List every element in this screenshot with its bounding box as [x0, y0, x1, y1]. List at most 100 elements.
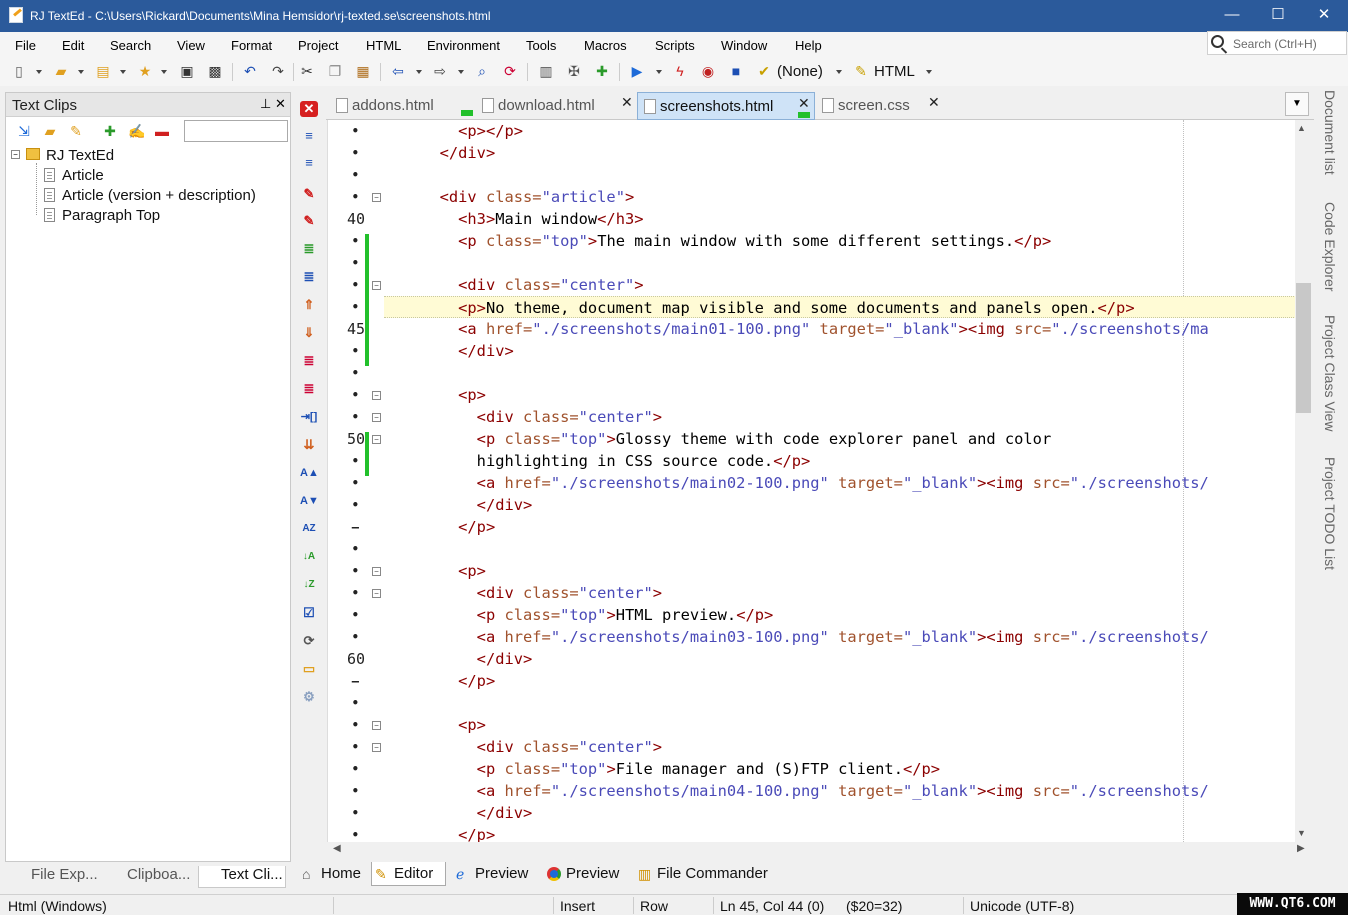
tab-text-clips[interactable]: Text Cli... [198, 866, 286, 888]
menu-help[interactable]: Help [795, 38, 822, 53]
code-line[interactable]: <p> [384, 714, 486, 736]
tree-item[interactable]: Article (version + description) [62, 187, 256, 204]
menu-tools[interactable]: Tools [526, 38, 556, 53]
fold-toggle-icon[interactable]: − [372, 193, 381, 202]
tab-preview-ie[interactable]: ℯ Preview [453, 862, 528, 886]
redo-icon[interactable]: ↷ [269, 62, 287, 80]
code-line[interactable]: <div class="center"> [384, 582, 662, 604]
tab-addons-html[interactable]: addons.html [330, 92, 473, 120]
status-mode[interactable]: Html (Windows) [8, 898, 107, 914]
menu-edit[interactable]: Edit [62, 38, 84, 53]
tab-file-commander[interactable]: ▥ File Commander [635, 862, 768, 886]
join-lines-icon[interactable]: ≣ [300, 381, 318, 397]
replace-icon[interactable]: ⟳ [501, 62, 519, 80]
tab-screen-css[interactable]: screen.css ✕ [816, 92, 944, 120]
insert-line-icon[interactable]: ≣ [300, 241, 318, 257]
maximize-button[interactable]: ☐ [1255, 0, 1301, 32]
brackets-icon[interactable]: ⇥[] [300, 409, 318, 425]
minimize-button[interactable]: — [1209, 0, 1255, 32]
fold-toggle-icon[interactable]: − [372, 721, 381, 730]
tab-close-icon[interactable]: ✕ [928, 94, 940, 111]
status-row[interactable]: Row [640, 898, 668, 914]
plugin-icon[interactable]: ✚ [593, 62, 611, 80]
code-line[interactable]: </div> [384, 142, 496, 164]
tab-file-explorer[interactable]: File Exp... [9, 866, 98, 888]
document-map-icon[interactable]: ▥ [537, 62, 555, 80]
code-line[interactable]: <a href="./screenshots/main03-100.png" t… [384, 626, 1209, 648]
compile-icon[interactable]: ✔ [755, 62, 773, 80]
tab-project-class-view[interactable]: Project Class View [1322, 315, 1338, 431]
code-line[interactable]: <div class="center"> [384, 736, 662, 758]
scroll-left-icon[interactable]: ◀ [333, 843, 341, 854]
refresh-icon[interactable]: ⟳ [300, 633, 318, 649]
menu-format[interactable]: Format [231, 38, 272, 53]
project-icon[interactable]: ▤ [94, 62, 112, 80]
scroll-thumb[interactable] [1296, 283, 1311, 413]
menu-view[interactable]: View [177, 38, 205, 53]
comment-icon[interactable]: ✎ [300, 186, 318, 202]
code-line[interactable]: highlighting in CSS source code.</p> [384, 450, 811, 472]
properties-icon[interactable]: ✍ [128, 124, 145, 138]
move-up-icon[interactable]: ⇑ [300, 297, 318, 313]
code-line[interactable]: <a href="./screenshots/main01-100.png" t… [384, 318, 1209, 340]
tab-close-icon[interactable]: ✕ [798, 95, 810, 112]
menu-project[interactable]: Project [298, 38, 338, 53]
uncomment-icon[interactable]: ✎ [300, 213, 318, 229]
status-encoding[interactable]: Unicode (UTF-8) [970, 898, 1074, 914]
code-line[interactable]: </div> [384, 340, 514, 362]
code-line[interactable]: </div> [384, 802, 533, 824]
menu-macros[interactable]: Macros [584, 38, 627, 53]
uppercase-icon[interactable]: A▲ [300, 465, 319, 481]
undo-icon[interactable]: ↶ [241, 62, 259, 80]
syntax-select[interactable]: HTML [874, 63, 915, 80]
current-code-line[interactable]: <p>No theme, document map visible and so… [384, 296, 1295, 318]
sort-desc-icon[interactable]: ↓Z [300, 577, 318, 593]
tools-icon[interactable]: ✠ [565, 62, 583, 80]
scroll-up-icon[interactable]: ▲ [1297, 123, 1306, 133]
scroll-down-icon[interactable]: ▼ [1297, 828, 1306, 838]
code-line[interactable]: <p></p> [384, 120, 523, 142]
fold-toggle-icon[interactable]: − [372, 391, 381, 400]
tab-list-dropdown[interactable]: ▼ [1285, 92, 1309, 116]
horizontal-scrollbar[interactable]: ◀ ▶ [327, 842, 1312, 859]
run-target-select[interactable]: (None) [777, 63, 823, 80]
save-all-icon[interactable]: ▩ [206, 62, 224, 80]
code-line[interactable]: </p> [384, 824, 495, 842]
move-down-icon[interactable]: ⇓ [300, 325, 318, 341]
copy-icon[interactable]: ❐ [326, 62, 344, 80]
add-icon[interactable]: ✚ [102, 124, 118, 138]
code-line[interactable]: <p class="top">The main window with some… [384, 230, 1051, 252]
lightning-icon[interactable]: ϟ [671, 62, 689, 80]
code-line[interactable]: </p> [384, 516, 495, 538]
close-doc-icon[interactable]: ✕ [300, 101, 318, 117]
tree-item[interactable]: Article [62, 167, 104, 184]
tab-clipboard[interactable]: Clipboa... [105, 866, 190, 888]
forward-icon[interactable]: ⇨ [431, 62, 449, 80]
tab-screenshots-html[interactable]: screenshots.html ✕ [637, 92, 815, 120]
tab-preview-chrome[interactable]: Preview [544, 862, 619, 886]
menu-environment[interactable]: Environment [427, 38, 500, 53]
code-line[interactable]: <p class="top">HTML preview.</p> [384, 604, 774, 626]
menu-window[interactable]: Window [721, 38, 767, 53]
menu-html[interactable]: HTML [366, 38, 401, 53]
sort-icon[interactable]: ⇊ [300, 437, 318, 453]
unindent-icon[interactable]: ≡ [300, 155, 318, 171]
edit-icon[interactable]: ✎ [68, 124, 84, 138]
indent-icon[interactable]: ≡ [300, 128, 318, 144]
run-icon[interactable]: ▶ [628, 62, 646, 80]
code-line[interactable]: <div class="center"> [384, 274, 643, 296]
back-icon[interactable]: ⇦ [389, 62, 407, 80]
code-editor[interactable]: • • • • 40 • • • • 45 • • • • 50 • • • – • • • • • 60 – • • • • • • • − − −… [327, 120, 1295, 842]
tab-home[interactable]: ⌂ Home [299, 862, 361, 886]
paste-icon[interactable]: ▦ [354, 62, 372, 80]
code-line[interactable]: <a href="./screenshots/main02-100.png" t… [384, 472, 1209, 494]
record-macro-icon[interactable]: ◉ [699, 62, 717, 80]
spellcheck-icon[interactable]: ☑ [300, 605, 318, 621]
new-folder-icon[interactable]: ▰ [42, 124, 58, 138]
tree-item[interactable]: Paragraph Top [62, 207, 160, 224]
clip-filter-input[interactable] [184, 120, 288, 142]
code-line[interactable]: <div class="article"> [384, 186, 635, 208]
code-line[interactable]: </div> [384, 648, 533, 670]
code-line[interactable]: <p class="top">Glossy theme with code ex… [384, 428, 1052, 450]
find-icon[interactable]: ⌕ [473, 62, 491, 80]
